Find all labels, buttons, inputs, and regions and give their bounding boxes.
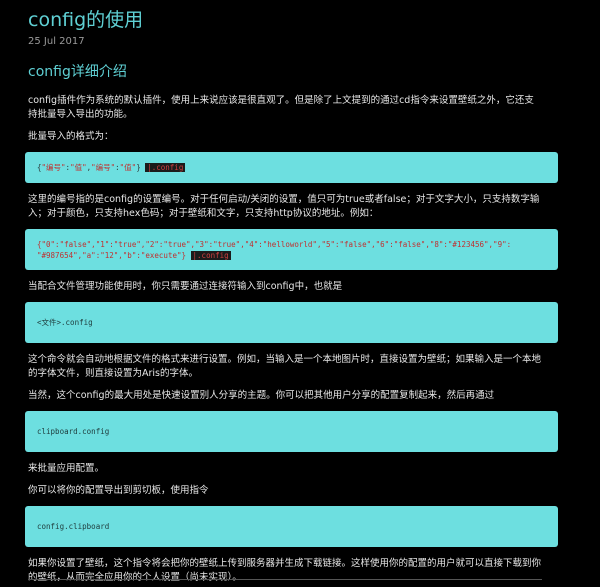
code-format-line: {"编号":"值","编号":"值"} |.config: [37, 162, 186, 173]
code-block-file-config: <文件>.config: [25, 302, 558, 343]
code-config-clipboard: config.clipboard: [37, 522, 110, 531]
paragraph-settings-explained: 这里的编号指的是config的设置编号。对于任何启动/关闭的设置，值只可为tru…: [28, 194, 540, 219]
code-token: "编号": [41, 163, 66, 172]
post-title[interactable]: config的使用: [28, 8, 542, 32]
paragraph-share-theme: 当然，这个config的最大用处是快速设置别人分享的主题。你可以把其他用户分享的…: [28, 390, 495, 401]
code-block-format: {"编号":"值","编号":"值"} |.config: [25, 152, 558, 183]
code-file-config: <文件>.config: [37, 318, 93, 327]
code-token: "值": [70, 163, 87, 172]
code-block-example: {"0":"false","1":"true","2":"true","3":"…: [25, 229, 558, 270]
code-block-config-clipboard: config.clipboard: [25, 506, 558, 547]
paragraph-format-label: 批量导入的格式为：: [28, 131, 114, 142]
paragraph-batch-apply: 来批量应用配置。: [28, 463, 105, 474]
section-title: config详细介绍: [28, 64, 127, 80]
code-token: "编号": [91, 163, 116, 172]
code-token: }: [136, 163, 146, 172]
bottom-divider: [28, 579, 542, 580]
code-clipboard-config: clipboard.config: [37, 427, 110, 436]
code-block-clipboard-config: clipboard.config: [25, 411, 558, 452]
post-date: 25 Jul 2017: [28, 36, 85, 47]
code-token: "值": [119, 163, 137, 172]
article-page: config的使用 25 Jul 2017 config详细介绍 config插…: [0, 0, 600, 587]
code-command-highlight: |.config: [190, 250, 231, 260]
code-example-content: {"0":"false","1":"true","2":"true","3":"…: [37, 239, 546, 261]
paragraph-auto-detect: 这个命令就会自动地根据文件的格式来进行设置。例如，当输入是一个本地图片时，直接设…: [28, 354, 542, 379]
code-example-line-1: {"0":"false","1":"true","2":"true","3":"…: [37, 239, 512, 249]
paragraph-export-label: 你可以将你的配置导出到剪切板，使用指令: [28, 485, 209, 496]
paragraph-intro: config插件作为系统的默认插件，使用上来说应该是很直观了。但是除了上文提到的…: [28, 95, 534, 120]
code-example-line-2: "#987654","a":"12","b":"execute"} |.conf…: [37, 250, 546, 261]
code-command-highlight: |.config: [145, 163, 186, 172]
paragraph-file-manager: 当配合文件管理功能使用时，你只需要通过连接符输入到config中，也就是: [28, 281, 343, 292]
paragraph-wallpaper-upload: 如果你设置了壁纸，这个指令将会把你的壁纸上传到服务器并生成下载链接。这样使用你的…: [28, 558, 542, 583]
code-token: "#987654","a":"12","b":"execute"}: [37, 250, 191, 260]
